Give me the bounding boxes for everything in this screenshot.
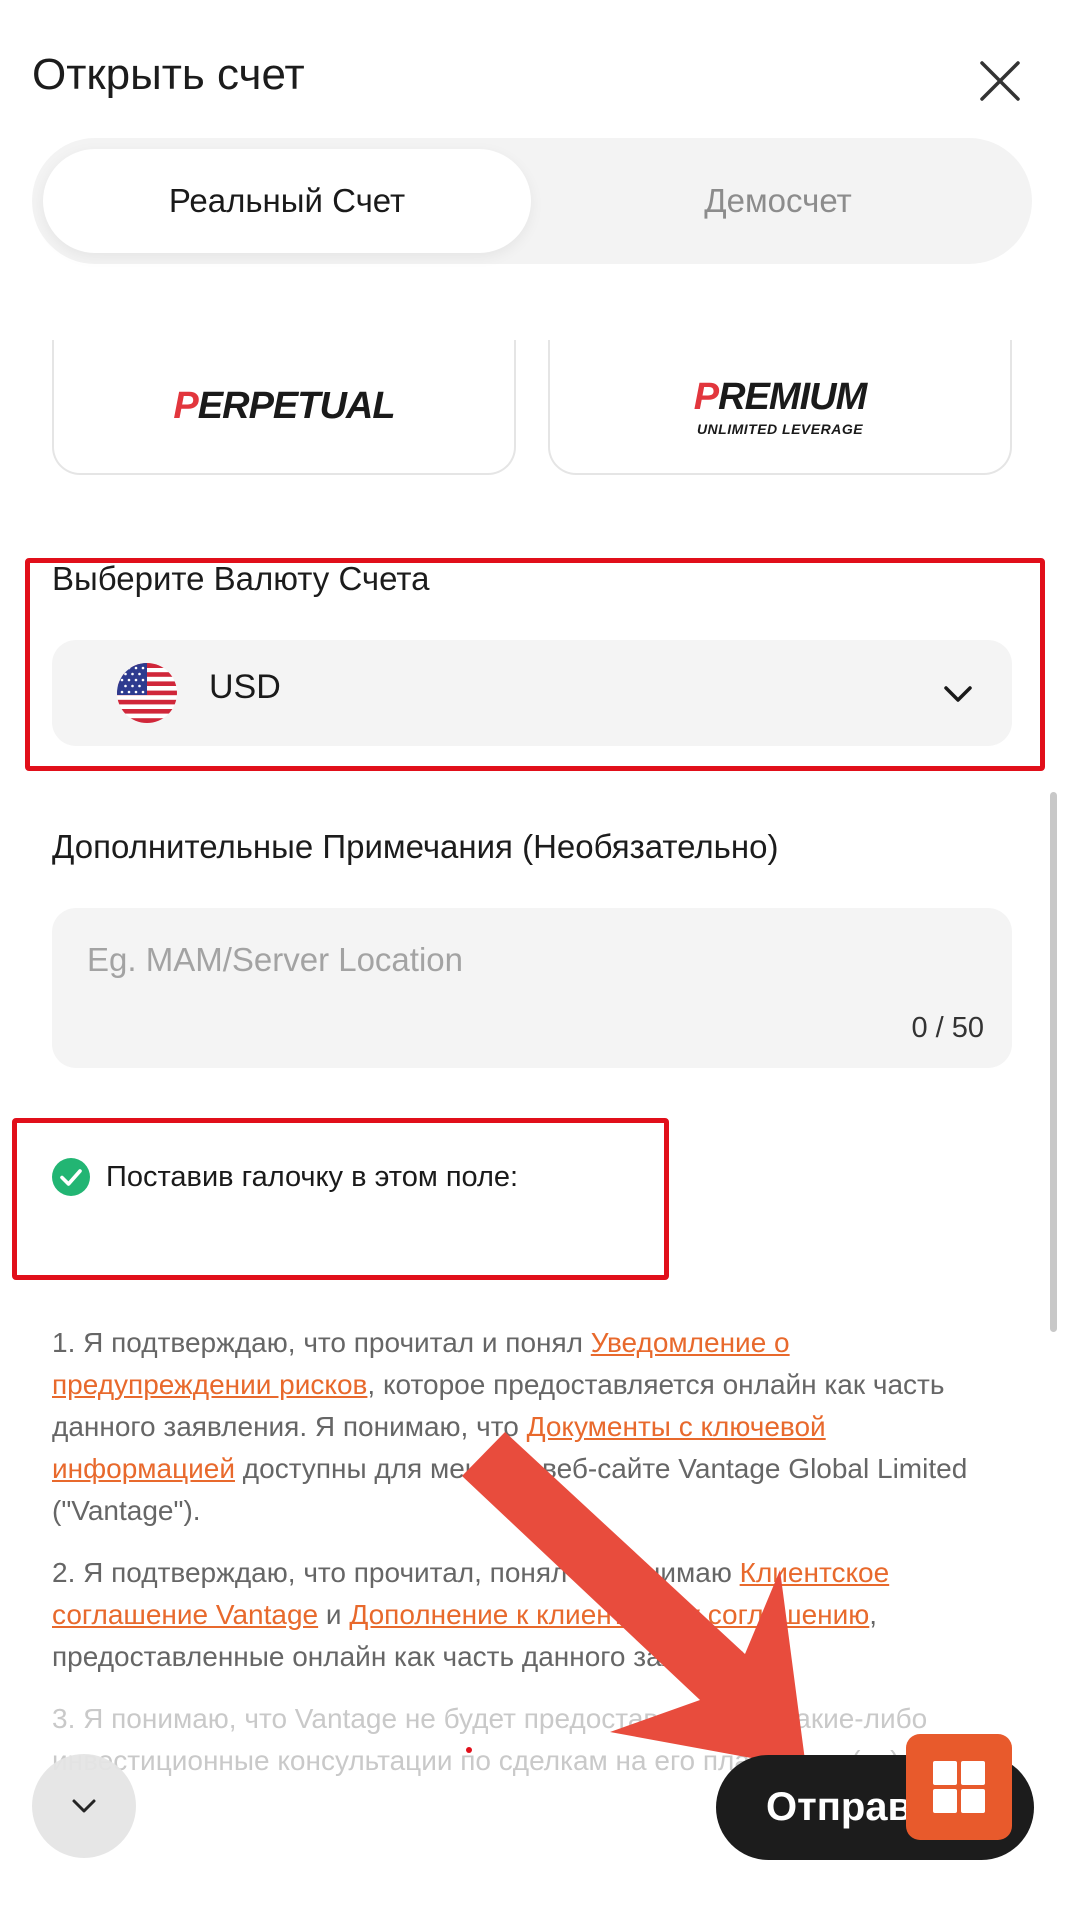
account-type-cards: PERPETUAL PREMIUM UNLIMITED LEVERAGE [52,340,1012,475]
account-kind-tabs: Реальный Счет Демосчет [32,138,1032,264]
scroll-down-button[interactable] [32,1754,136,1858]
agreement-addendum-link[interactable]: Дополнение к клиентскому соглашению [349,1599,869,1630]
premium-logo: PREMIUM [693,376,867,418]
page-title: Открыть счет [32,50,305,99]
close-icon[interactable] [974,55,1026,107]
notes-input[interactable] [87,938,967,982]
apps-grid-button[interactable] [906,1734,1012,1840]
consent-label: Поставив галочку в этом поле: [106,1160,519,1193]
notes-label: Дополнительные Примечания (Необязательно… [52,828,779,865]
perpetual-logo: PERPETUAL [173,385,395,427]
chevron-down-icon [944,686,972,702]
tab-demo-account[interactable]: Демосчет [534,149,1022,253]
terms-paragraph-2: 2. Я подтверждаю, что прочитал, понял и … [52,1557,890,1672]
account-type-perpetual[interactable]: PERPETUAL [52,340,516,475]
currency-value: USD [209,668,281,706]
premium-subtitle: UNLIMITED LEVERAGE [696,421,864,437]
scrollbar[interactable] [1050,792,1057,1332]
tab-real-account[interactable]: Реальный Счет [43,149,531,253]
grid-icon [933,1761,985,1813]
consent-highlight-box [12,1118,669,1280]
notes-field: 0 / 50 [52,908,1012,1068]
currency-label: Выберите Валюту Счета [52,560,430,597]
us-flag-icon [117,663,177,723]
consent-checkbox[interactable]: Поставив галочку в этом поле: [52,1158,518,1196]
character-counter: 0 / 50 [911,1012,984,1044]
terms-text: 1. Я подтверждаю, что прочитал и понял У… [52,1322,1012,1802]
terms-paragraph-1: 1. Я подтверждаю, что прочитал и понял У… [52,1327,968,1526]
red-dot [466,1747,472,1753]
currency-select[interactable]: USD [52,640,1012,746]
check-circle-icon [52,1158,90,1196]
chevron-down-icon [72,1799,96,1813]
account-type-premium[interactable]: PREMIUM UNLIMITED LEVERAGE [548,340,1012,475]
